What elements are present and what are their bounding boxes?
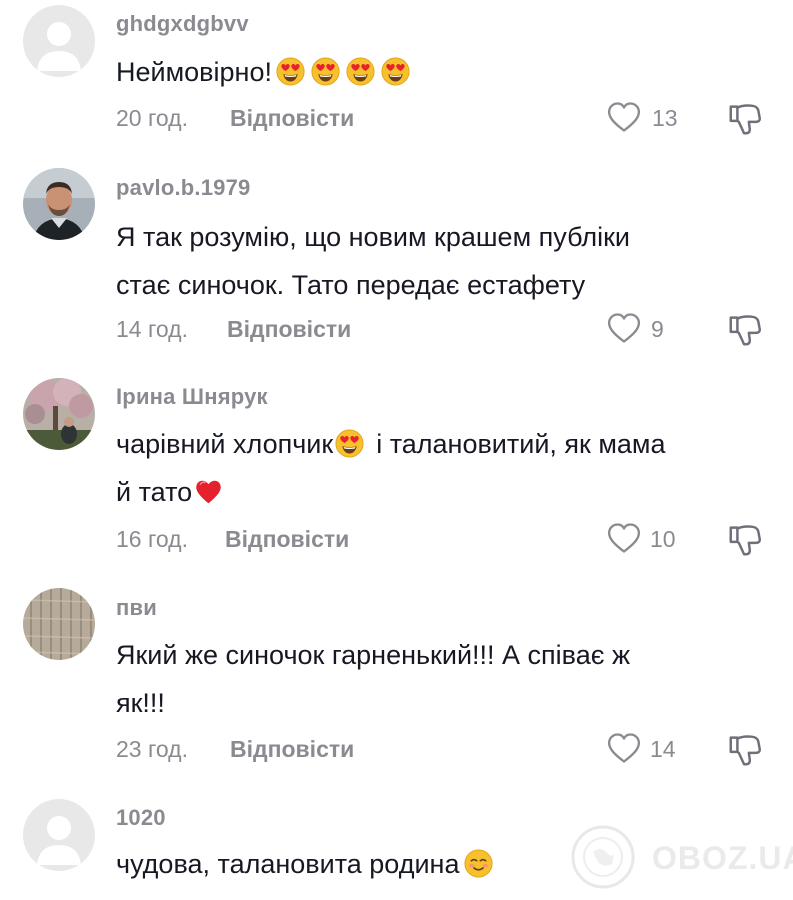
comment-time: 16 год. — [116, 526, 188, 552]
default-avatar-icon — [23, 799, 95, 871]
thumbs-down-icon[interactable] — [726, 311, 764, 349]
comment-time: 20 год. — [116, 105, 188, 131]
heart-eyes-emoji-icon — [276, 57, 305, 86]
comment-meta: 23 год. Відповісти 14 — [116, 731, 776, 767]
oboz-logo-icon — [571, 825, 635, 889]
watermark: OBOZ.UA — [568, 822, 793, 892]
thumbs-down-icon[interactable] — [726, 521, 764, 559]
avatar[interactable] — [23, 378, 95, 450]
heart-eyes-emoji-icon — [335, 429, 364, 458]
heart-outline-icon[interactable] — [606, 100, 642, 134]
reply-button[interactable]: Відповісти — [230, 105, 354, 132]
comment-text: чарівний хлопчик і талановитий, як мама й… — [116, 422, 753, 514]
comment-text: Який же синочок гарненький!!! А співає ж… — [116, 633, 753, 725]
heart-eyes-emoji-icon — [381, 57, 410, 86]
comment-username[interactable]: pavlo.b.1979 — [116, 175, 250, 201]
comment-text-line: Я так розумію, що новим крашем публіки — [116, 222, 630, 252]
thumbs-down-icon[interactable] — [726, 100, 764, 138]
avatar[interactable] — [23, 168, 95, 240]
avatar[interactable] — [23, 588, 95, 660]
comment-username[interactable]: 1020 — [116, 805, 166, 831]
heart-eyes-emoji-icon — [346, 57, 375, 86]
red-heart-emoji-icon — [194, 477, 223, 506]
like-count: 14 — [650, 736, 676, 762]
comment-text-segment: чарівний хлопчик — [116, 429, 334, 459]
avatar[interactable] — [23, 5, 95, 77]
heart-outline-icon[interactable] — [606, 311, 642, 345]
like-count: 10 — [650, 526, 676, 552]
comment-text-line: Який же синочок гарненький!!! А співає ж — [116, 640, 631, 670]
blossom-tree-photo-avatar-icon — [23, 378, 95, 450]
comment-text-line: чарівний хлопчик і талановитий, як мама — [116, 422, 753, 466]
default-avatar-icon — [23, 5, 95, 77]
watermark-text: OBOZ.UA — [652, 840, 793, 876]
man-photo-avatar-icon — [23, 168, 95, 240]
comment-text-line: й тато — [116, 470, 753, 514]
comment-text-segment: й тато — [116, 477, 193, 507]
smiling-blush-emoji-icon — [464, 849, 493, 878]
heart-eyes-emoji-icon — [311, 57, 340, 86]
comment-text-line: чудова, талановита родина — [116, 849, 460, 879]
heart-outline-icon[interactable] — [606, 521, 642, 555]
like-count: 13 — [652, 105, 678, 131]
comment-text-line: Неймовірно! — [116, 57, 272, 87]
comment-meta: 20 год. Відповісти 13 — [116, 100, 776, 136]
comment-text-line: як!!! — [116, 688, 165, 718]
reply-button[interactable]: Відповісти — [230, 736, 354, 763]
comment-text-segment: і талановитий, як мама — [376, 429, 666, 459]
comment-username[interactable]: ghdgxdgbvv — [116, 11, 249, 37]
thumbs-down-icon[interactable] — [726, 731, 764, 769]
comment-username[interactable]: Ірина Шнярук — [116, 384, 268, 410]
reply-button[interactable]: Відповісти — [227, 316, 351, 343]
like-count: 9 — [651, 316, 664, 342]
knit-texture-avatar-icon — [23, 588, 95, 660]
reply-button[interactable]: Відповісти — [225, 526, 349, 553]
comment-text-line: стає синочок. Тато передає естафету — [116, 270, 586, 300]
comment-text: Я так розумію, що новим крашем публіки с… — [116, 215, 753, 307]
comment-meta: 16 год. Відповісти 10 — [116, 521, 776, 557]
comment-meta: 14 год. Відповісти 9 — [116, 311, 776, 347]
comment-time: 23 год. — [116, 736, 188, 762]
heart-outline-icon[interactable] — [606, 731, 642, 765]
comment-username[interactable]: пви — [116, 595, 157, 621]
comment-text: Неймовірно! — [116, 50, 753, 94]
comment-time: 14 год. — [116, 316, 188, 342]
avatar[interactable] — [23, 799, 95, 871]
